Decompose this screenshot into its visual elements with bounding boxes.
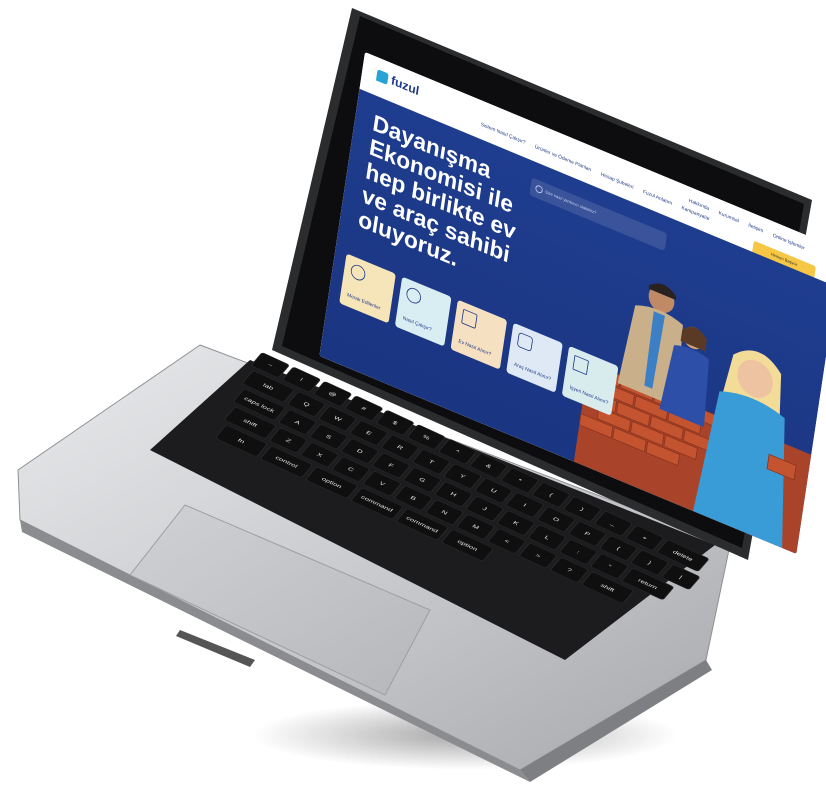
card-label: Merak Edilenler xyxy=(346,292,381,312)
card-ev[interactable]: Ev Nasıl Alınır? xyxy=(450,299,508,370)
gear-icon xyxy=(405,285,422,306)
top-nav-item[interactable]: İletişim xyxy=(748,223,764,234)
search-icon xyxy=(534,184,544,195)
question-icon xyxy=(349,262,367,283)
logo-text: fuzul xyxy=(390,73,421,99)
brand-logo[interactable]: fuzul xyxy=(376,68,420,99)
card-arac[interactable]: Araç Nasıl Alınır? xyxy=(506,322,563,393)
nav-item[interactable]: Fuzul Anlatım xyxy=(643,190,673,207)
search-placeholder: Size nasıl yardımcı olabiliriz? xyxy=(544,189,597,216)
nav-item[interactable]: Hesap Şubeleri xyxy=(600,172,633,190)
top-nav-item[interactable]: Online İşlemler xyxy=(772,233,805,251)
card-label: Nasıl Çalışır? xyxy=(402,315,432,333)
card-label: Araç Nasıl Alınır? xyxy=(513,362,552,383)
car-icon xyxy=(516,331,534,353)
building-icon xyxy=(572,354,589,376)
logo-icon xyxy=(376,68,389,85)
card-label: Ev Nasıl Alınır? xyxy=(458,339,492,358)
card-nasil-calisir[interactable]: Nasıl Çalışır? xyxy=(394,276,452,347)
house-icon xyxy=(461,308,478,329)
top-nav-item[interactable]: Kurumsal xyxy=(718,211,739,224)
card-merak[interactable]: Merak Edilenler xyxy=(339,253,396,324)
